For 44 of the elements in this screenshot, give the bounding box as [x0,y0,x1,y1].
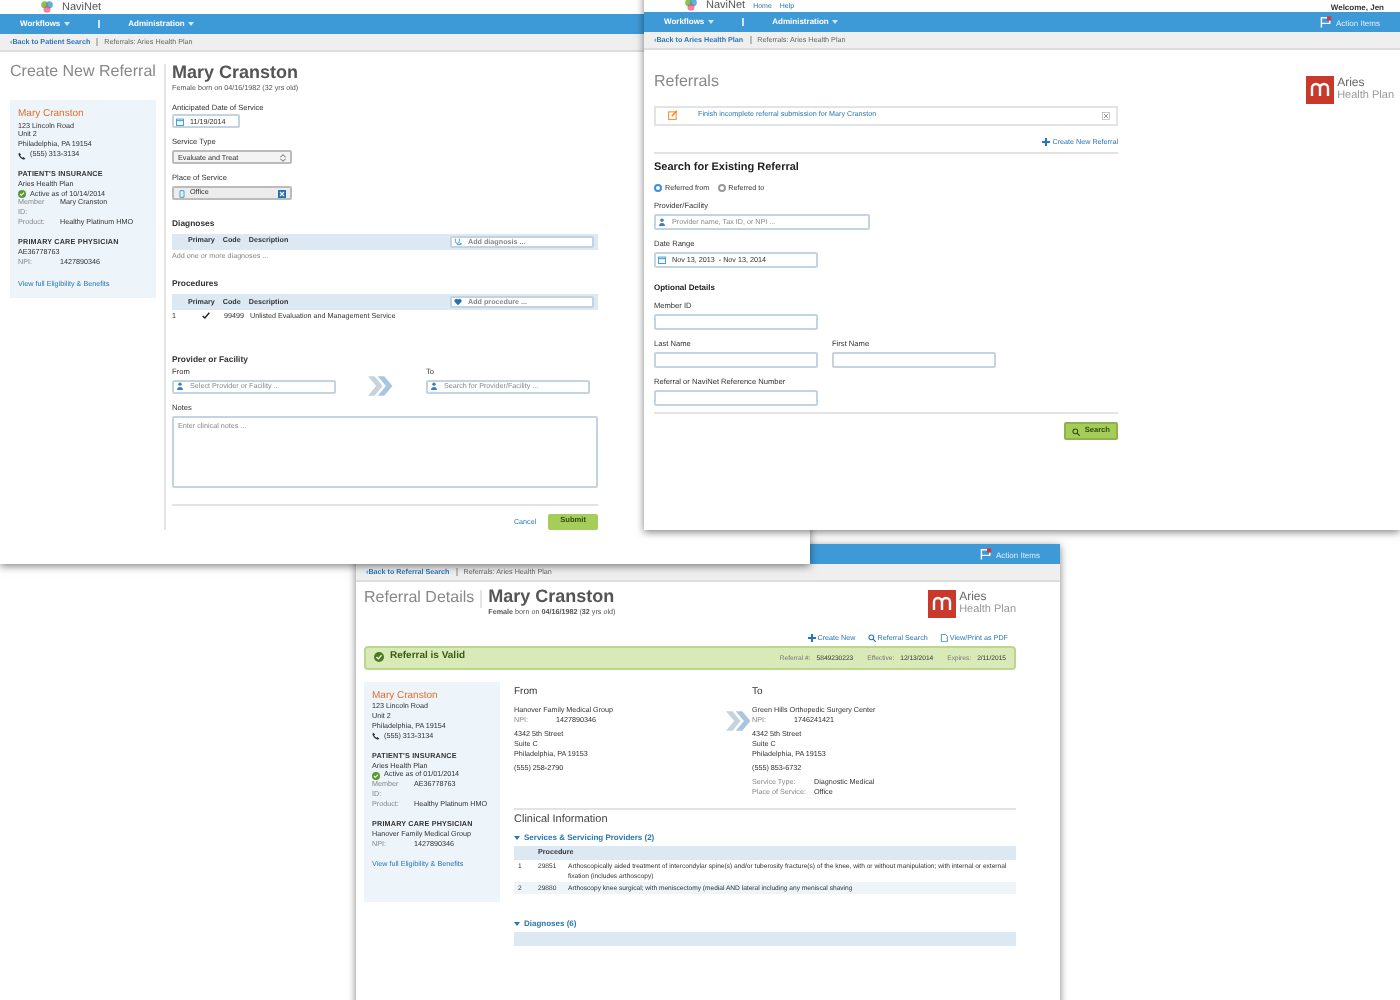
radio-button[interactable] [717,183,726,192]
ram-logo-icon [927,590,956,618]
first-name-field[interactable] [832,352,996,369]
search-icon [867,634,876,643]
phone-icon [18,151,26,159]
heart-icon [454,297,462,306]
reference-number-field[interactable] [654,390,818,407]
up-down-icon [280,153,286,162]
person-icon [430,382,438,391]
patient-name: Mary Cranston [488,588,616,608]
close-icon[interactable] [1102,111,1110,120]
last-name-field[interactable] [654,352,818,369]
radio-button[interactable] [654,183,662,192]
check-circle-icon [372,771,380,780]
page-title: Referral Details [364,590,483,608]
double-chevron-icon [368,375,394,396]
caret-icon [514,835,520,840]
page-title: Referrals [654,74,721,92]
caret-icon [832,20,839,24]
ram-logo-icon [1305,76,1334,104]
page-title: Create New Referral [10,64,156,82]
caret-icon [708,20,715,24]
member-id-field[interactable] [654,314,818,331]
plus-icon [807,634,816,643]
caret-icon [514,921,520,926]
person-icon [176,382,184,391]
building-icon [178,189,186,198]
calendar-icon [658,256,666,265]
phone-icon [372,732,380,741]
person-icon [658,218,666,227]
check-circle-icon [374,652,384,663]
document-icon [939,634,948,643]
search-icon [1072,427,1081,436]
patient-name: Mary Cranston [172,64,301,84]
check-circle-icon [18,190,26,199]
caret-icon [64,22,71,26]
flag-icon [979,548,994,560]
stethoscope-icon [454,237,462,246]
flag-icon [1319,16,1334,28]
pencil-icon [668,110,678,121]
caret-icon [188,22,195,26]
double-chevron-icon [726,709,752,732]
calendar-icon [176,117,184,126]
plus-icon [1042,138,1051,147]
